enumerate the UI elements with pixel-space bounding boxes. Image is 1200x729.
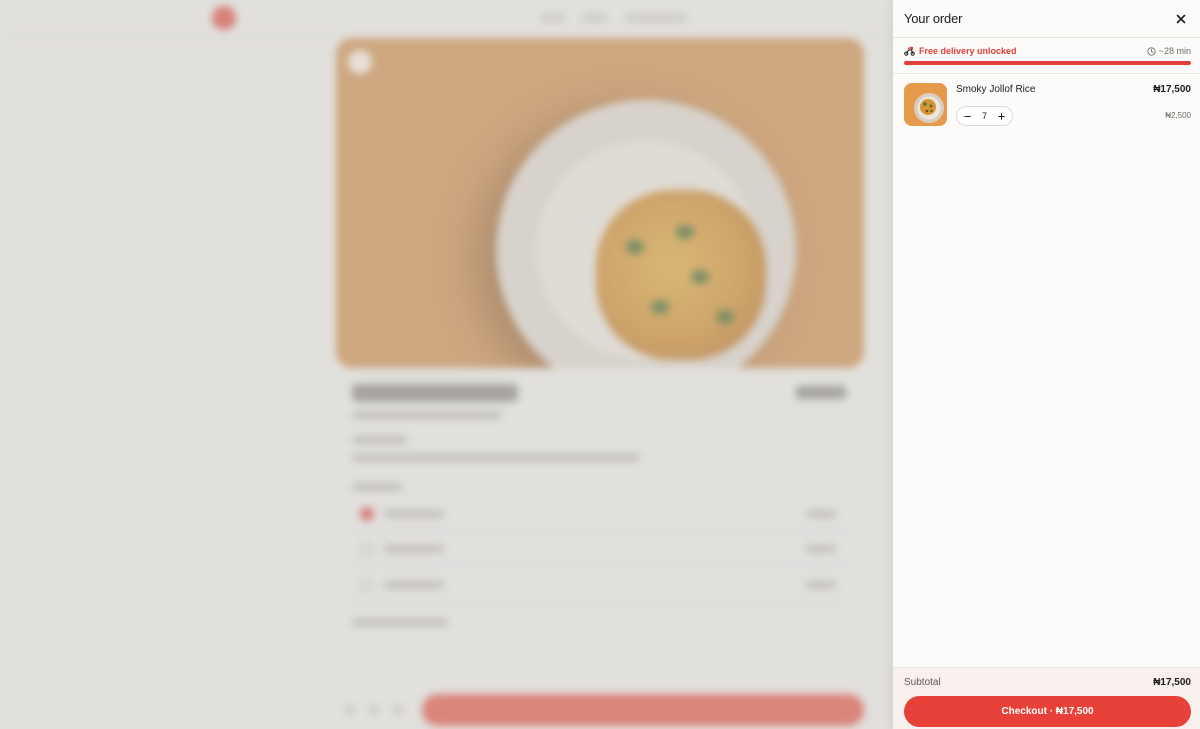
decrement-button[interactable] (962, 111, 973, 122)
plus-icon (998, 112, 1005, 120)
close-button[interactable] (1172, 10, 1190, 28)
quantity-value: 7 (981, 111, 987, 121)
minus-icon (964, 115, 971, 117)
checkout-button[interactable]: Checkout · ₦17,500 (904, 696, 1191, 727)
delivery-status-row: Free delivery unlocked ~28 min (904, 46, 1191, 60)
increment-button[interactable] (996, 111, 1007, 122)
delivery-progress-fill (904, 61, 1191, 65)
cart-drawer: Your order Free delivery unlocked ~28 mi… (893, 0, 1200, 729)
item-thumbnail (904, 83, 947, 126)
subtotal-value: ₦17,500 (1153, 677, 1191, 688)
cart-header: Your order (893, 0, 1200, 38)
cart-footer: Subtotal ₦17,500 Checkout · ₦17,500 (893, 667, 1200, 729)
item-total-price: ₦17,500 (1153, 84, 1191, 95)
clock-icon (1147, 46, 1156, 56)
jollof-rice-thumbnail (904, 83, 947, 126)
delivery-progress-bar (904, 61, 1191, 65)
cart-item: Smoky Jollof Rice ₦17,500 7 ₦2,500 (904, 83, 1191, 129)
scooter-icon (904, 46, 915, 56)
delivery-eta-text: ~28 min (1158, 46, 1191, 56)
quantity-stepper: 7 (956, 106, 1013, 126)
item-unit-price: ₦2,500 (1165, 111, 1191, 120)
subtotal-label: Subtotal (904, 677, 941, 688)
delivery-eta: ~28 min (1147, 46, 1191, 56)
delivery-status-text: Free delivery unlocked (919, 46, 1017, 56)
delivery-status: Free delivery unlocked (904, 46, 1017, 56)
divider (893, 73, 1200, 74)
close-icon (1176, 14, 1186, 24)
item-name: Smoky Jollof Rice (956, 84, 1036, 95)
background-page (0, 0, 893, 729)
modal-scrim[interactable] (0, 0, 893, 729)
cart-title: Your order (904, 11, 963, 26)
